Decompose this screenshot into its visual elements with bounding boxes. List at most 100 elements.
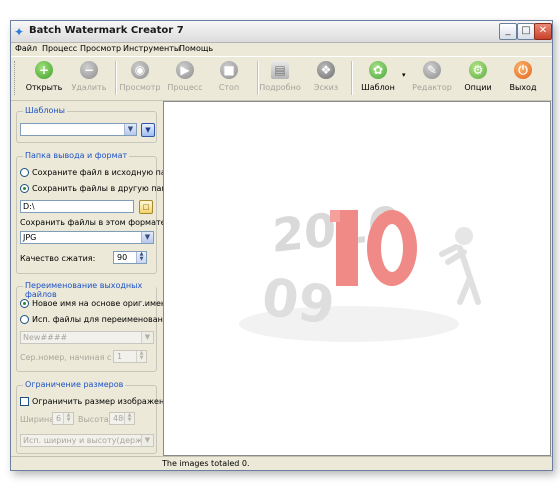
process-button[interactable]: ▶ Процесс (160, 61, 210, 97)
serial-stepper[interactable]: 1 ▲ ▼ (113, 350, 147, 363)
chevron-down-icon: ▼ (141, 435, 153, 446)
open-button[interactable]: + Открыть (19, 61, 69, 97)
output-folder-input[interactable]: D:\ (20, 200, 134, 213)
spin-arrows-icon[interactable]: ▲ ▼ (136, 351, 146, 362)
options-button[interactable]: ⚙ Опции (453, 61, 503, 97)
sketch-button[interactable]: ❖ Эскиз (301, 61, 351, 97)
rename-group: Переименование выходных файлов Новое имя… (16, 281, 173, 372)
editor-label: Редактор (412, 83, 452, 92)
template-dropdown-arrow-icon[interactable]: ▾ (402, 71, 406, 79)
output-group: Папка вывода и формат Сохраните файл в и… (16, 151, 181, 274)
view-label: Просмотр (119, 83, 161, 92)
figure-head (455, 227, 473, 245)
format-select-value: JPG (23, 233, 37, 242)
menu-view[interactable]: Просмотр (80, 44, 121, 53)
limit-size-label: Ограничить размер изображения (32, 397, 175, 406)
save-to-other-label: Сохранить файлы в другую папку (32, 184, 177, 193)
pencil-icon: ✎ (423, 61, 441, 79)
exit-label: Выход (509, 83, 537, 92)
quality-label: Качество сжатия: (20, 254, 96, 263)
menu-process[interactable]: Процесс (42, 44, 77, 53)
width-stepper[interactable]: 6 ▲ ▼ (52, 412, 74, 425)
height-stepper[interactable]: 480 ▲ ▼ (109, 412, 135, 425)
open-label: Открыть (25, 83, 63, 92)
menu-bar: Файл Процесс Просмотр Инструменты Помощь (11, 42, 552, 56)
chevron-down-icon: ▼ (141, 232, 153, 243)
template-icon: ✿ (369, 61, 387, 79)
serial-value: 1 (117, 352, 123, 361)
power-icon: ⏻ (514, 61, 532, 79)
save-to-other-radio[interactable] (20, 184, 29, 193)
spin-arrows-icon[interactable]: ▲ ▼ (124, 413, 134, 424)
delete-label: Удалить (71, 83, 107, 92)
play-icon: ▶ (176, 61, 194, 79)
resize-mode-value: Исп. ширину и высоту(держать (23, 436, 154, 445)
close-button[interactable]: ✕ (534, 23, 552, 40)
rename-pattern-select[interactable]: New#### ▼ (20, 331, 154, 344)
exit-button[interactable]: ⏻ Выход (498, 61, 548, 97)
figure-pushing (439, 227, 481, 305)
menu-tools[interactable]: Инструменты (123, 44, 180, 53)
maximize-button[interactable]: □ (517, 23, 535, 40)
stop-icon: ■ (220, 61, 238, 79)
quality-stepper[interactable]: 90 ▲ ▼ (113, 251, 147, 264)
window-title: Batch Watermark Creator 7 (29, 25, 184, 36)
use-file-label: Исп. файлы для переименования (32, 315, 173, 324)
width-value: 6 (56, 414, 62, 423)
chevron-down-icon: ▼ (124, 124, 136, 135)
add-icon: + (35, 61, 53, 79)
details-button[interactable]: ▤ Подробно (255, 61, 305, 97)
save-to-source-radio[interactable] (20, 168, 29, 177)
menu-file[interactable]: Файл (15, 44, 37, 53)
app-logo-icon: ✦ (14, 25, 25, 39)
folder-icon[interactable]: □ (139, 200, 153, 214)
process-label: Процесс (167, 83, 203, 92)
limit-size-checkbox[interactable] (20, 397, 29, 406)
stop-button[interactable]: ■ Стоп (204, 61, 254, 97)
toolbar-grip[interactable] (14, 61, 18, 95)
stop-label: Стоп (218, 83, 240, 92)
format-label: Сохранить файлы в этом формате: (20, 218, 169, 227)
resize-group-title: Ограничение размеров (23, 380, 126, 389)
rename-pattern-value: New#### (23, 333, 68, 342)
remove-icon: − (80, 61, 98, 79)
quality-value: 90 (117, 253, 128, 262)
spin-arrows-icon[interactable]: ▲ ▼ (63, 413, 73, 424)
template-menu-button[interactable]: ▼ (141, 123, 155, 137)
title-bar: ✦ Batch Watermark Creator 7 _ □ ✕ (11, 21, 552, 43)
serial-label: Сер.номер, начиная с (20, 353, 112, 362)
figure-body (439, 244, 481, 305)
editor-button[interactable]: ✎ Редактор (407, 61, 457, 97)
delete-button[interactable]: − Удалить (64, 61, 114, 97)
format-select[interactable]: JPG ▼ (20, 231, 154, 244)
digit-one-cap (330, 210, 340, 222)
number-09-group: 09 (258, 267, 338, 336)
menu-help[interactable]: Помощь (179, 44, 213, 53)
settings-panel: Шаблоны ▼ ▼ Папка вывода и формат Сохран… (11, 99, 181, 457)
minimize-button[interactable]: _ (499, 23, 517, 40)
camera-icon: ◉ (131, 61, 149, 79)
use-file-radio[interactable] (20, 315, 29, 324)
new-name-radio[interactable] (20, 299, 29, 308)
templates-group-title: Шаблоны (23, 106, 67, 115)
document-icon: ▤ (271, 61, 289, 79)
new-name-label: Новое имя на основе ориг.имени (32, 299, 172, 308)
options-label: Опции (464, 83, 492, 92)
preview-area: 2010 09 (163, 101, 551, 456)
view-button[interactable]: ◉ Просмотр (115, 61, 165, 97)
output-folder-value: D:\ (23, 202, 35, 211)
chevron-down-icon: ▼ (141, 332, 153, 343)
spin-arrows-icon[interactable]: ▲ ▼ (136, 252, 146, 263)
template-select[interactable]: ▼ (20, 123, 137, 136)
resize-group: Ограничение размеров Ограничить размер и… (16, 380, 174, 454)
puzzle-icon: ❖ (317, 61, 335, 79)
resize-mode-select[interactable]: Исп. ширину и высоту(держать ▼ (20, 434, 154, 447)
save-to-source-label: Сохраните файл в исходную папку (32, 168, 181, 177)
wrench-icon: ⚙ (469, 61, 487, 79)
toolbar: + Открыть − Удалить ◉ Просмотр ▶ Процесс… (11, 56, 552, 101)
sketch-label: Эскиз (313, 83, 339, 92)
template-label: Шаблон (361, 83, 395, 92)
rename-group-title: Переименование выходных файлов (23, 281, 156, 299)
template-button[interactable]: ✿ Шаблон (353, 61, 403, 97)
app-window: ✦ Batch Watermark Creator 7 _ □ ✕ Файл П… (10, 20, 553, 471)
